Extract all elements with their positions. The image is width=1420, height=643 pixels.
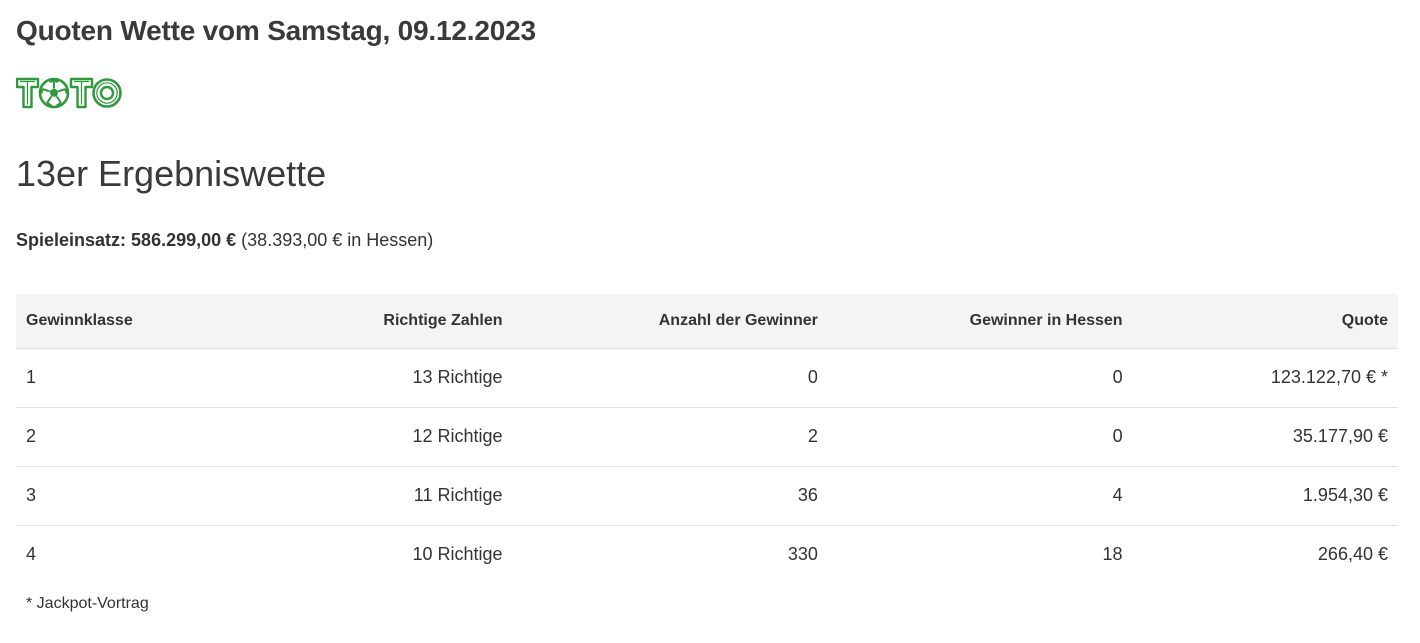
cell-gewinnklasse: 4 bbox=[26, 544, 37, 564]
toto-logo bbox=[16, 77, 122, 109]
cell-anzahl-gewinner: 0 bbox=[512, 348, 828, 408]
table-header-row: Gewinnklasse Richtige Zahlen Anzahl der … bbox=[16, 294, 1398, 349]
logo-ball-icon bbox=[38, 77, 70, 109]
header-gewinnklasse: Gewinnklasse bbox=[16, 294, 239, 349]
cell-richtige-zahlen: 11 Richtige bbox=[238, 466, 513, 526]
cell-anzahl-gewinner: 36 bbox=[512, 466, 828, 526]
page-title: Quoten Wette vom Samstag, 09.12.2023 bbox=[16, 15, 536, 46]
stake-label: Spieleinsatz: bbox=[16, 230, 127, 250]
logo-letter-t2 bbox=[69, 77, 94, 109]
cell-gewinner-hessen: 18 bbox=[1102, 544, 1123, 564]
cell-gewinner-hessen: 4 bbox=[827, 466, 1133, 526]
cell-gewinnklasse: 2 bbox=[16, 407, 239, 467]
stake-amount: 586.299,00 € bbox=[131, 230, 237, 250]
quota-table: Gewinnklasse Richtige Zahlen Anzahl der … bbox=[16, 294, 1398, 584]
table-row: 2 12 Richtige 2 0 35.177,90 € bbox=[16, 407, 1398, 467]
jackpot-footnote: * Jackpot-Vortrag bbox=[26, 595, 149, 612]
cell-gewinnklasse: 1 bbox=[16, 348, 239, 408]
cell-quote: 266,40 € bbox=[1317, 544, 1388, 564]
cell-anzahl-gewinner: 2 bbox=[512, 407, 828, 467]
table-row: 4 10 Richtige 330 18 266,40 € bbox=[16, 525, 1398, 584]
cell-anzahl-gewinner: 330 bbox=[787, 544, 818, 564]
logo-letter-o bbox=[92, 78, 122, 108]
cell-quote: 35.177,90 € bbox=[1132, 407, 1398, 467]
header-anzahl-gewinner: Anzahl der Gewinner bbox=[512, 294, 828, 349]
table-row: 3 11 Richtige 36 4 1.954,30 € bbox=[16, 466, 1398, 526]
cell-quote: 1.954,30 € bbox=[1132, 466, 1398, 526]
cell-richtige-zahlen: 12 Richtige bbox=[238, 407, 513, 467]
cell-gewinner-hessen: 0 bbox=[827, 407, 1133, 467]
table-row: 1 13 Richtige 0 0 123.122,70 € * bbox=[16, 348, 1398, 408]
cell-gewinner-hessen: 0 bbox=[827, 348, 1133, 408]
stake-line: Spieleinsatz: 586.299,00 € (38.393,00 € … bbox=[16, 230, 433, 251]
logo-letter-t1 bbox=[16, 77, 40, 109]
game-title: 13er Ergebniswette bbox=[16, 153, 327, 194]
header-gewinner-hessen: Gewinner in Hessen bbox=[827, 294, 1133, 349]
stake-regional: (38.393,00 € in Hessen) bbox=[241, 230, 434, 250]
cell-gewinnklasse: 3 bbox=[16, 466, 239, 526]
cell-richtige-zahlen: 10 Richtige bbox=[412, 544, 503, 564]
cell-richtige-zahlen: 13 Richtige bbox=[238, 348, 513, 408]
header-quote: Quote bbox=[1132, 294, 1398, 349]
header-richtige-zahlen: Richtige Zahlen bbox=[238, 294, 513, 349]
cell-quote: 123.122,70 € * bbox=[1132, 348, 1398, 408]
